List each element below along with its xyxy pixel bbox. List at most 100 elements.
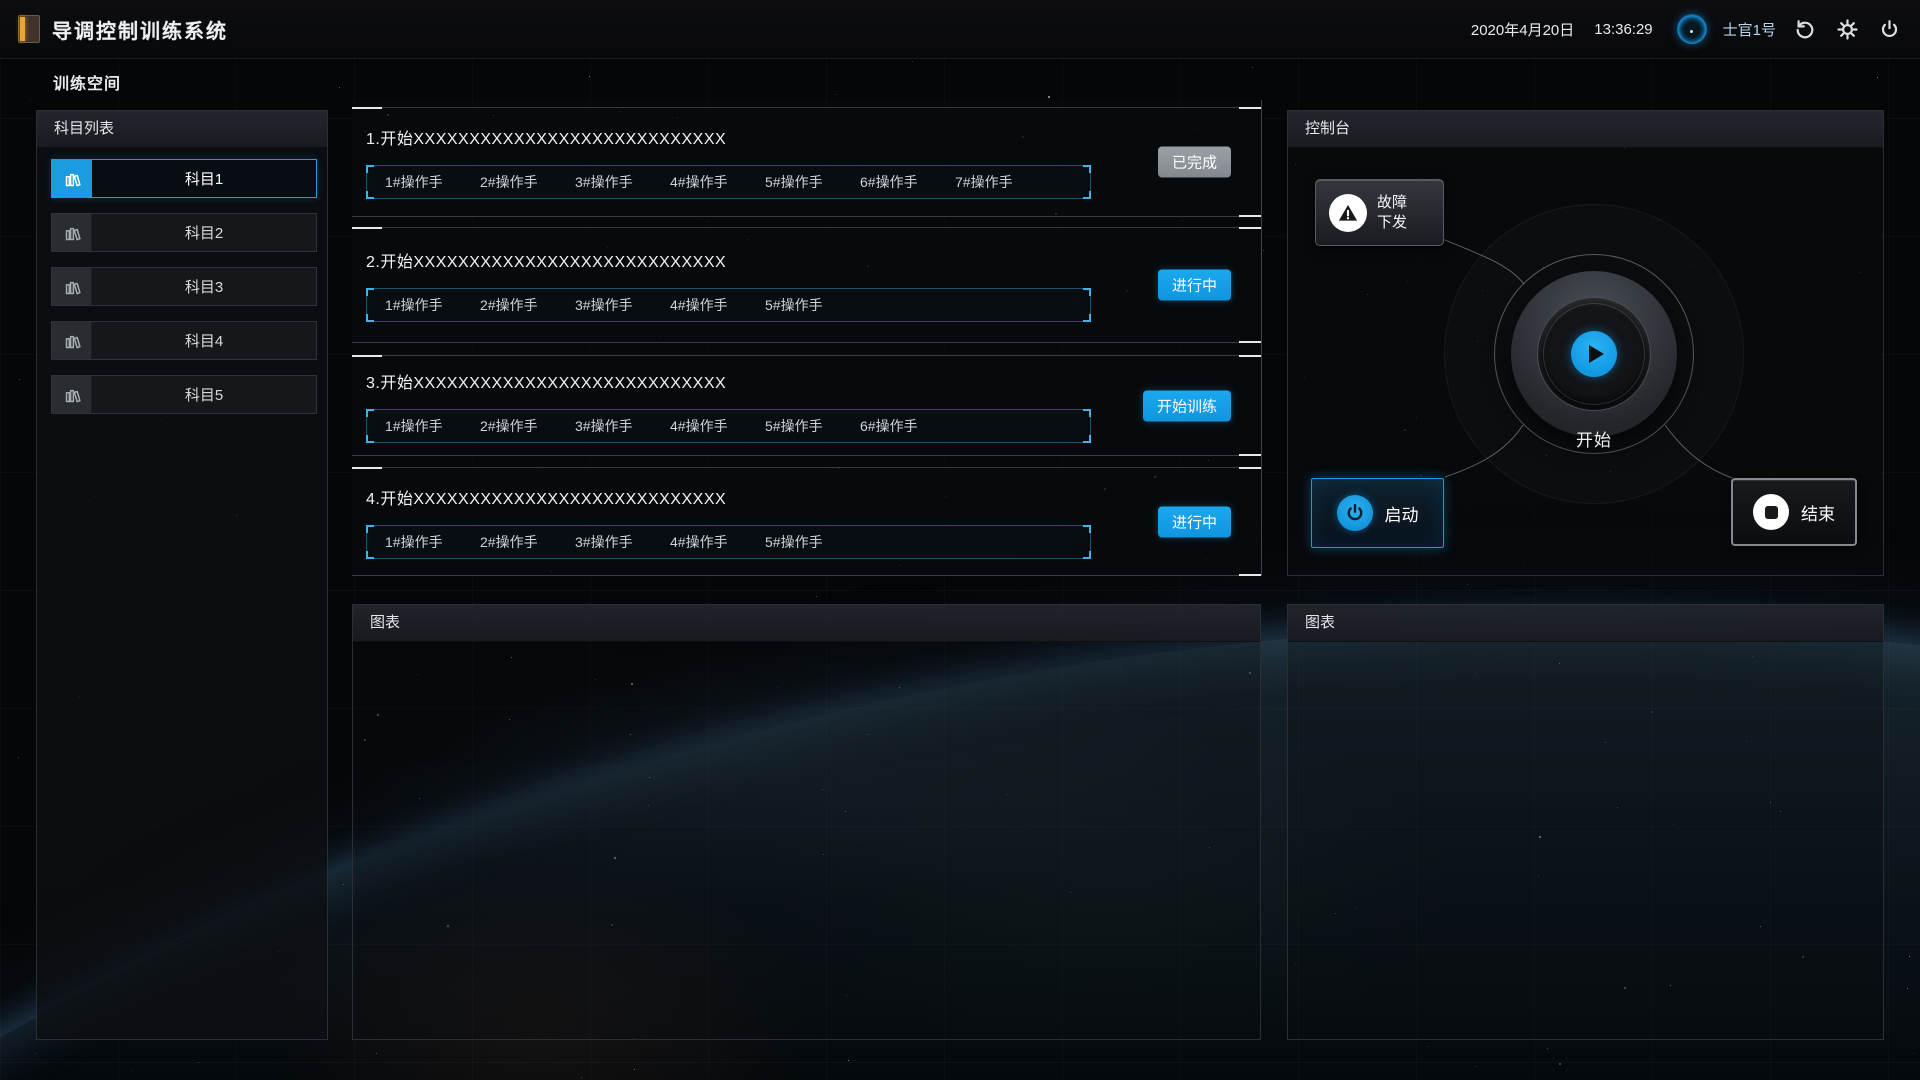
sidebar-item-subject-2[interactable]: 科目2 — [51, 213, 317, 252]
stop-icon — [1753, 494, 1789, 530]
operator-chip: 4#操作手 — [670, 532, 765, 552]
subject-label: 科目4 — [92, 322, 316, 359]
corner-accent — [1239, 227, 1261, 229]
subject-list: 科目1 科目2 科目3 科目4 科目5 — [37, 148, 327, 414]
operator-box: 1#操作手2#操作手3#操作手4#操作手5#操作手 — [366, 525, 1091, 559]
corner-accent — [366, 525, 374, 533]
books-icon — [52, 322, 92, 359]
power-icon[interactable] — [1876, 16, 1902, 42]
sidebar-item-subject-5[interactable]: 科目5 — [51, 375, 317, 414]
subject-label: 科目1 — [92, 160, 316, 197]
operator-chip: 5#操作手 — [765, 416, 860, 436]
play-button[interactable] — [1571, 331, 1617, 377]
corner-accent — [352, 355, 382, 357]
task-status-button[interactable]: 开始训练 — [1143, 390, 1231, 421]
corner-accent — [1083, 288, 1091, 296]
corner-accent — [1083, 551, 1091, 559]
task-status-button[interactable]: 进行中 — [1158, 270, 1231, 301]
operator-chip: 7#操作手 — [955, 172, 1050, 192]
console-header: 控制台 — [1288, 111, 1883, 148]
corner-accent — [1083, 409, 1091, 417]
corner-accent — [1239, 355, 1261, 357]
corner-accent — [1239, 574, 1261, 576]
operator-chip: 2#操作手 — [480, 172, 575, 192]
task-title: 3.开始XXXXXXXXXXXXXXXXXXXXXXXXXXXX — [366, 369, 1261, 393]
corner-accent — [366, 314, 374, 322]
page-title: 导调控制训练系统 — [52, 15, 228, 44]
corner-accent — [1083, 191, 1091, 199]
gear-icon[interactable] — [1834, 16, 1860, 42]
operator-chip: 5#操作手 — [765, 295, 860, 315]
subject-list-panel: 科目列表 科目1 科目2 科目3 科目4 科目5 — [36, 110, 328, 1040]
chart-panel-right: 图表 — [1287, 604, 1884, 1040]
operator-chip: 3#操作手 — [575, 416, 670, 436]
operator-box: 1#操作手2#操作手3#操作手4#操作手5#操作手6#操作手7#操作手 — [366, 165, 1091, 199]
subject-label: 科目2 — [92, 214, 316, 251]
corner-accent — [366, 288, 374, 296]
user-avatar[interactable] — [1677, 14, 1707, 44]
corner-accent — [1239, 341, 1261, 343]
workspace-title: 训练空间 — [53, 70, 121, 94]
launch-label: 启动 — [1385, 501, 1419, 526]
operator-box: 1#操作手2#操作手3#操作手4#操作手5#操作手6#操作手 — [366, 409, 1091, 443]
operator-chip: 6#操作手 — [860, 416, 955, 436]
top-right-cluster: 2020年4月20日 13:36:29 士官1号 — [1471, 14, 1902, 44]
operator-chip: 1#操作手 — [385, 295, 480, 315]
subject-label: 科目5 — [92, 376, 316, 413]
task-card: 1.开始XXXXXXXXXXXXXXXXXXXXXXXXXXXX 1#操作手2#… — [352, 107, 1261, 217]
end-button[interactable]: 结束 — [1731, 478, 1857, 546]
subject-label: 科目3 — [92, 268, 316, 305]
undo-icon[interactable] — [1792, 16, 1818, 42]
app-logo-icon — [18, 15, 40, 43]
operator-chip: 3#操作手 — [575, 295, 670, 315]
launch-button[interactable]: 启动 — [1311, 478, 1444, 548]
chart-left-body — [353, 642, 1260, 1041]
corner-accent — [1239, 467, 1261, 469]
task-card: 3.开始XXXXXXXXXXXXXXXXXXXXXXXXXXXX 1#操作手2#… — [352, 355, 1261, 456]
date-label: 2020年4月20日 — [1471, 19, 1574, 40]
task-card: 4.开始XXXXXXXXXXXXXXXXXXXXXXXXXXXX 1#操作手2#… — [352, 467, 1261, 576]
play-icon — [1589, 345, 1604, 363]
console-body: 开始 故障下发 启动 结束 — [1288, 148, 1883, 577]
operator-chip: 1#操作手 — [385, 172, 480, 192]
corner-accent — [1239, 454, 1261, 456]
end-label: 结束 — [1801, 500, 1835, 525]
task-card: 2.开始XXXXXXXXXXXXXXXXXXXXXXXXXXXX 1#操作手2#… — [352, 227, 1261, 343]
corner-accent — [352, 227, 382, 229]
time-label: 13:36:29 — [1594, 21, 1652, 38]
task-status-button[interactable]: 进行中 — [1158, 506, 1231, 537]
sidebar-item-subject-3[interactable]: 科目3 — [51, 267, 317, 306]
sidebar-item-subject-1[interactable]: 科目1 — [51, 159, 317, 198]
operator-chip: 3#操作手 — [575, 172, 670, 192]
books-icon — [52, 160, 92, 197]
sidebar-item-subject-4[interactable]: 科目4 — [51, 321, 317, 360]
power-icon — [1337, 495, 1373, 531]
chart-right-body — [1288, 642, 1883, 1041]
corner-accent — [366, 551, 374, 559]
corner-accent — [1083, 435, 1091, 443]
operator-chip: 2#操作手 — [480, 532, 575, 552]
corner-accent — [366, 165, 374, 173]
operator-chip: 6#操作手 — [860, 172, 955, 192]
books-icon — [52, 214, 92, 251]
operator-chip: 1#操作手 — [385, 416, 480, 436]
operator-chip: 4#操作手 — [670, 172, 765, 192]
books-icon — [52, 268, 92, 305]
chart-right-header: 图表 — [1288, 605, 1883, 642]
corner-accent — [366, 409, 374, 417]
operator-chip: 4#操作手 — [670, 416, 765, 436]
chart-left-header: 图表 — [353, 605, 1260, 642]
fault-dispatch-label: 故障下发 — [1377, 193, 1407, 232]
task-title: 4.开始XXXXXXXXXXXXXXXXXXXXXXXXXXXX — [366, 485, 1261, 509]
corner-accent — [352, 107, 382, 109]
operator-chip: 5#操作手 — [765, 532, 860, 552]
subject-list-header: 科目列表 — [37, 111, 327, 148]
user-name: 士官1号 — [1723, 19, 1776, 40]
operator-chip: 4#操作手 — [670, 295, 765, 315]
task-status-button[interactable]: 已完成 — [1158, 147, 1231, 178]
fault-dispatch-button[interactable]: 故障下发 — [1315, 179, 1444, 246]
corner-accent — [1083, 525, 1091, 533]
brand: 导调控制训练系统 — [18, 15, 228, 44]
task-title: 1.开始XXXXXXXXXXXXXXXXXXXXXXXXXXXX — [366, 125, 1261, 149]
task-list-panel: 1.开始XXXXXXXXXXXXXXXXXXXXXXXXXXXX 1#操作手2#… — [352, 100, 1262, 576]
